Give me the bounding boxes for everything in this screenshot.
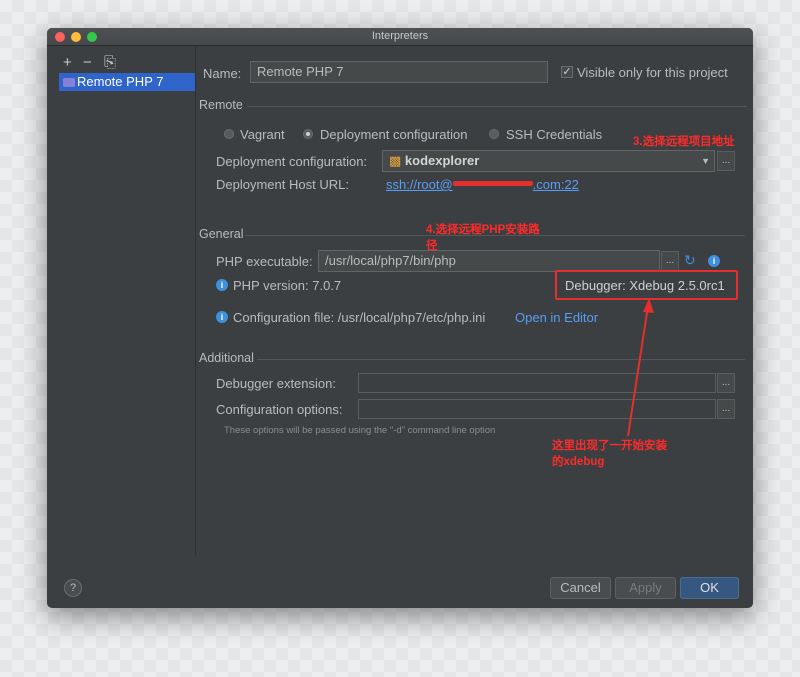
annotation-arrow bbox=[627, 298, 654, 437]
